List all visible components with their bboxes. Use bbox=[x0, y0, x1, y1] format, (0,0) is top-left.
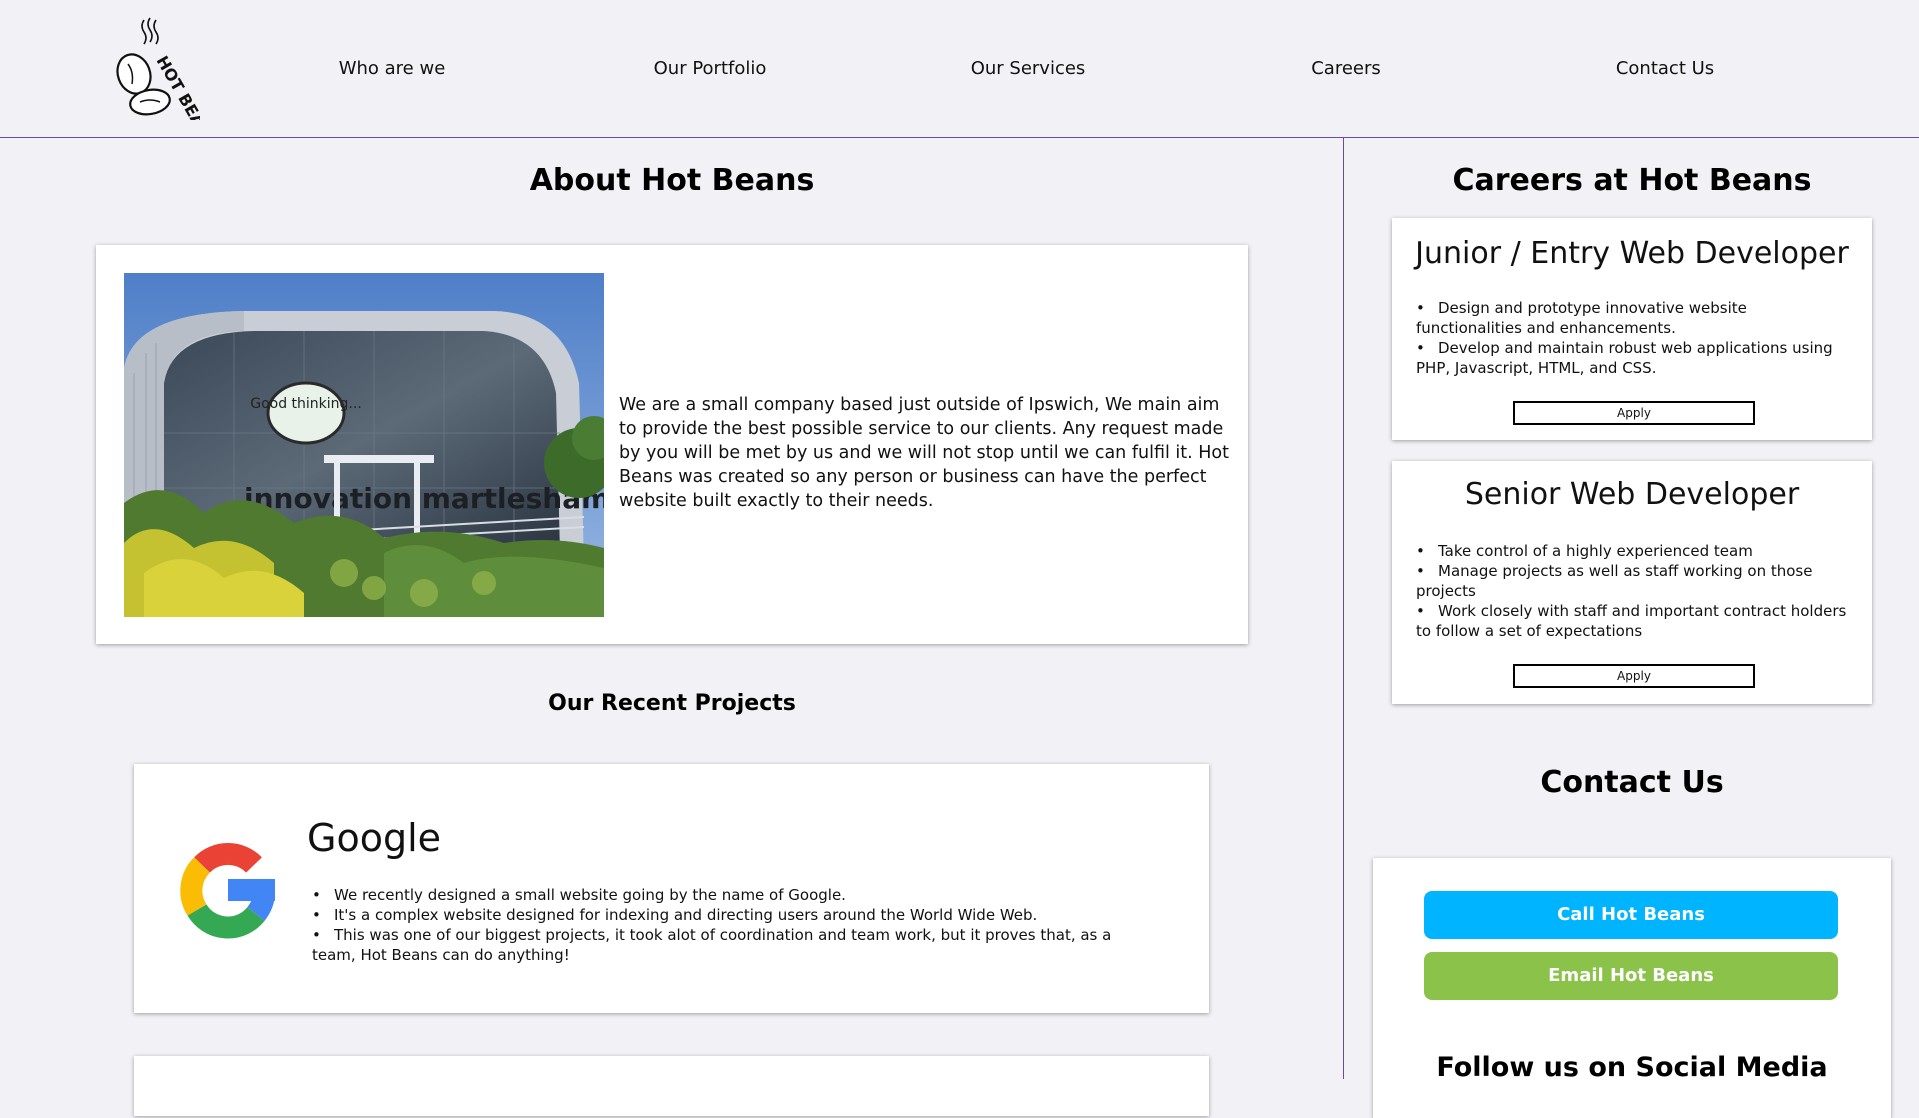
project-card-google: Google We recently designed a small webs… bbox=[134, 764, 1209, 1013]
projects-title: Our Recent Projects bbox=[548, 691, 796, 716]
job-title: Junior / Entry Web Developer bbox=[1415, 236, 1849, 271]
job-bullets: Design and prototype innovative website … bbox=[1416, 298, 1856, 378]
email-button[interactable]: Email Hot Beans bbox=[1424, 952, 1838, 1000]
site-header: HOT BEANS Who are we Our Portfolio Our S… bbox=[0, 0, 1919, 152]
job-card-senior: Senior Web Developer Take control of a h… bbox=[1392, 461, 1872, 704]
google-logo-icon bbox=[170, 832, 286, 948]
list-item: Develop and maintain robust web applicat… bbox=[1416, 338, 1856, 378]
list-item: We recently designed a small website goi… bbox=[312, 885, 1142, 905]
job-card-junior: Junior / Entry Web Developer Design and … bbox=[1392, 218, 1872, 440]
list-item: Manage projects as well as staff working… bbox=[1416, 561, 1856, 601]
call-button[interactable]: Call Hot Beans bbox=[1424, 891, 1838, 939]
column-divider bbox=[1343, 138, 1344, 1079]
about-title: About Hot Beans bbox=[529, 163, 815, 198]
job-title: Senior Web Developer bbox=[1464, 477, 1800, 512]
contact-card: Call Hot Beans Email Hot Beans Follow us… bbox=[1373, 858, 1891, 1118]
hot-beans-logo[interactable]: HOT BEANS bbox=[110, 14, 221, 152]
apply-button-junior[interactable]: Apply bbox=[1513, 401, 1755, 425]
contact-title: Contact Us bbox=[1540, 765, 1724, 800]
list-item: Take control of a highly experienced tea… bbox=[1416, 541, 1856, 561]
apply-button-senior[interactable]: Apply bbox=[1513, 664, 1755, 688]
list-item: It's a complex website designed for inde… bbox=[312, 905, 1142, 925]
project-card-next bbox=[134, 1056, 1209, 1116]
nav-contact-us[interactable]: Contact Us bbox=[1616, 58, 1714, 79]
nav-our-services[interactable]: Our Services bbox=[971, 58, 1086, 79]
photo-sign-text: Good thinking... bbox=[250, 396, 362, 412]
social-title: Follow us on Social Media bbox=[1436, 1052, 1828, 1083]
project-bullets: We recently designed a small website goi… bbox=[312, 885, 1142, 965]
list-item: Design and prototype innovative website … bbox=[1416, 298, 1856, 338]
list-item: This was one of our biggest projects, it… bbox=[312, 925, 1142, 965]
list-item: Work closely with staff and important co… bbox=[1416, 601, 1856, 641]
careers-title: Careers at Hot Beans bbox=[1452, 163, 1812, 198]
about-text: We are a small company based just outsid… bbox=[619, 395, 1229, 511]
nav-our-portfolio[interactable]: Our Portfolio bbox=[654, 58, 767, 79]
about-card: Good thinking... innovation martlesham W… bbox=[96, 245, 1248, 644]
project-title: Google bbox=[307, 816, 442, 860]
about-photo: Good thinking... innovation martlesham bbox=[124, 273, 604, 617]
job-bullets: Take control of a highly experienced tea… bbox=[1416, 541, 1856, 641]
nav-careers[interactable]: Careers bbox=[1311, 58, 1381, 79]
photo-lettering: innovation martlesham bbox=[244, 482, 604, 515]
nav-who-are-we[interactable]: Who are we bbox=[339, 58, 446, 79]
